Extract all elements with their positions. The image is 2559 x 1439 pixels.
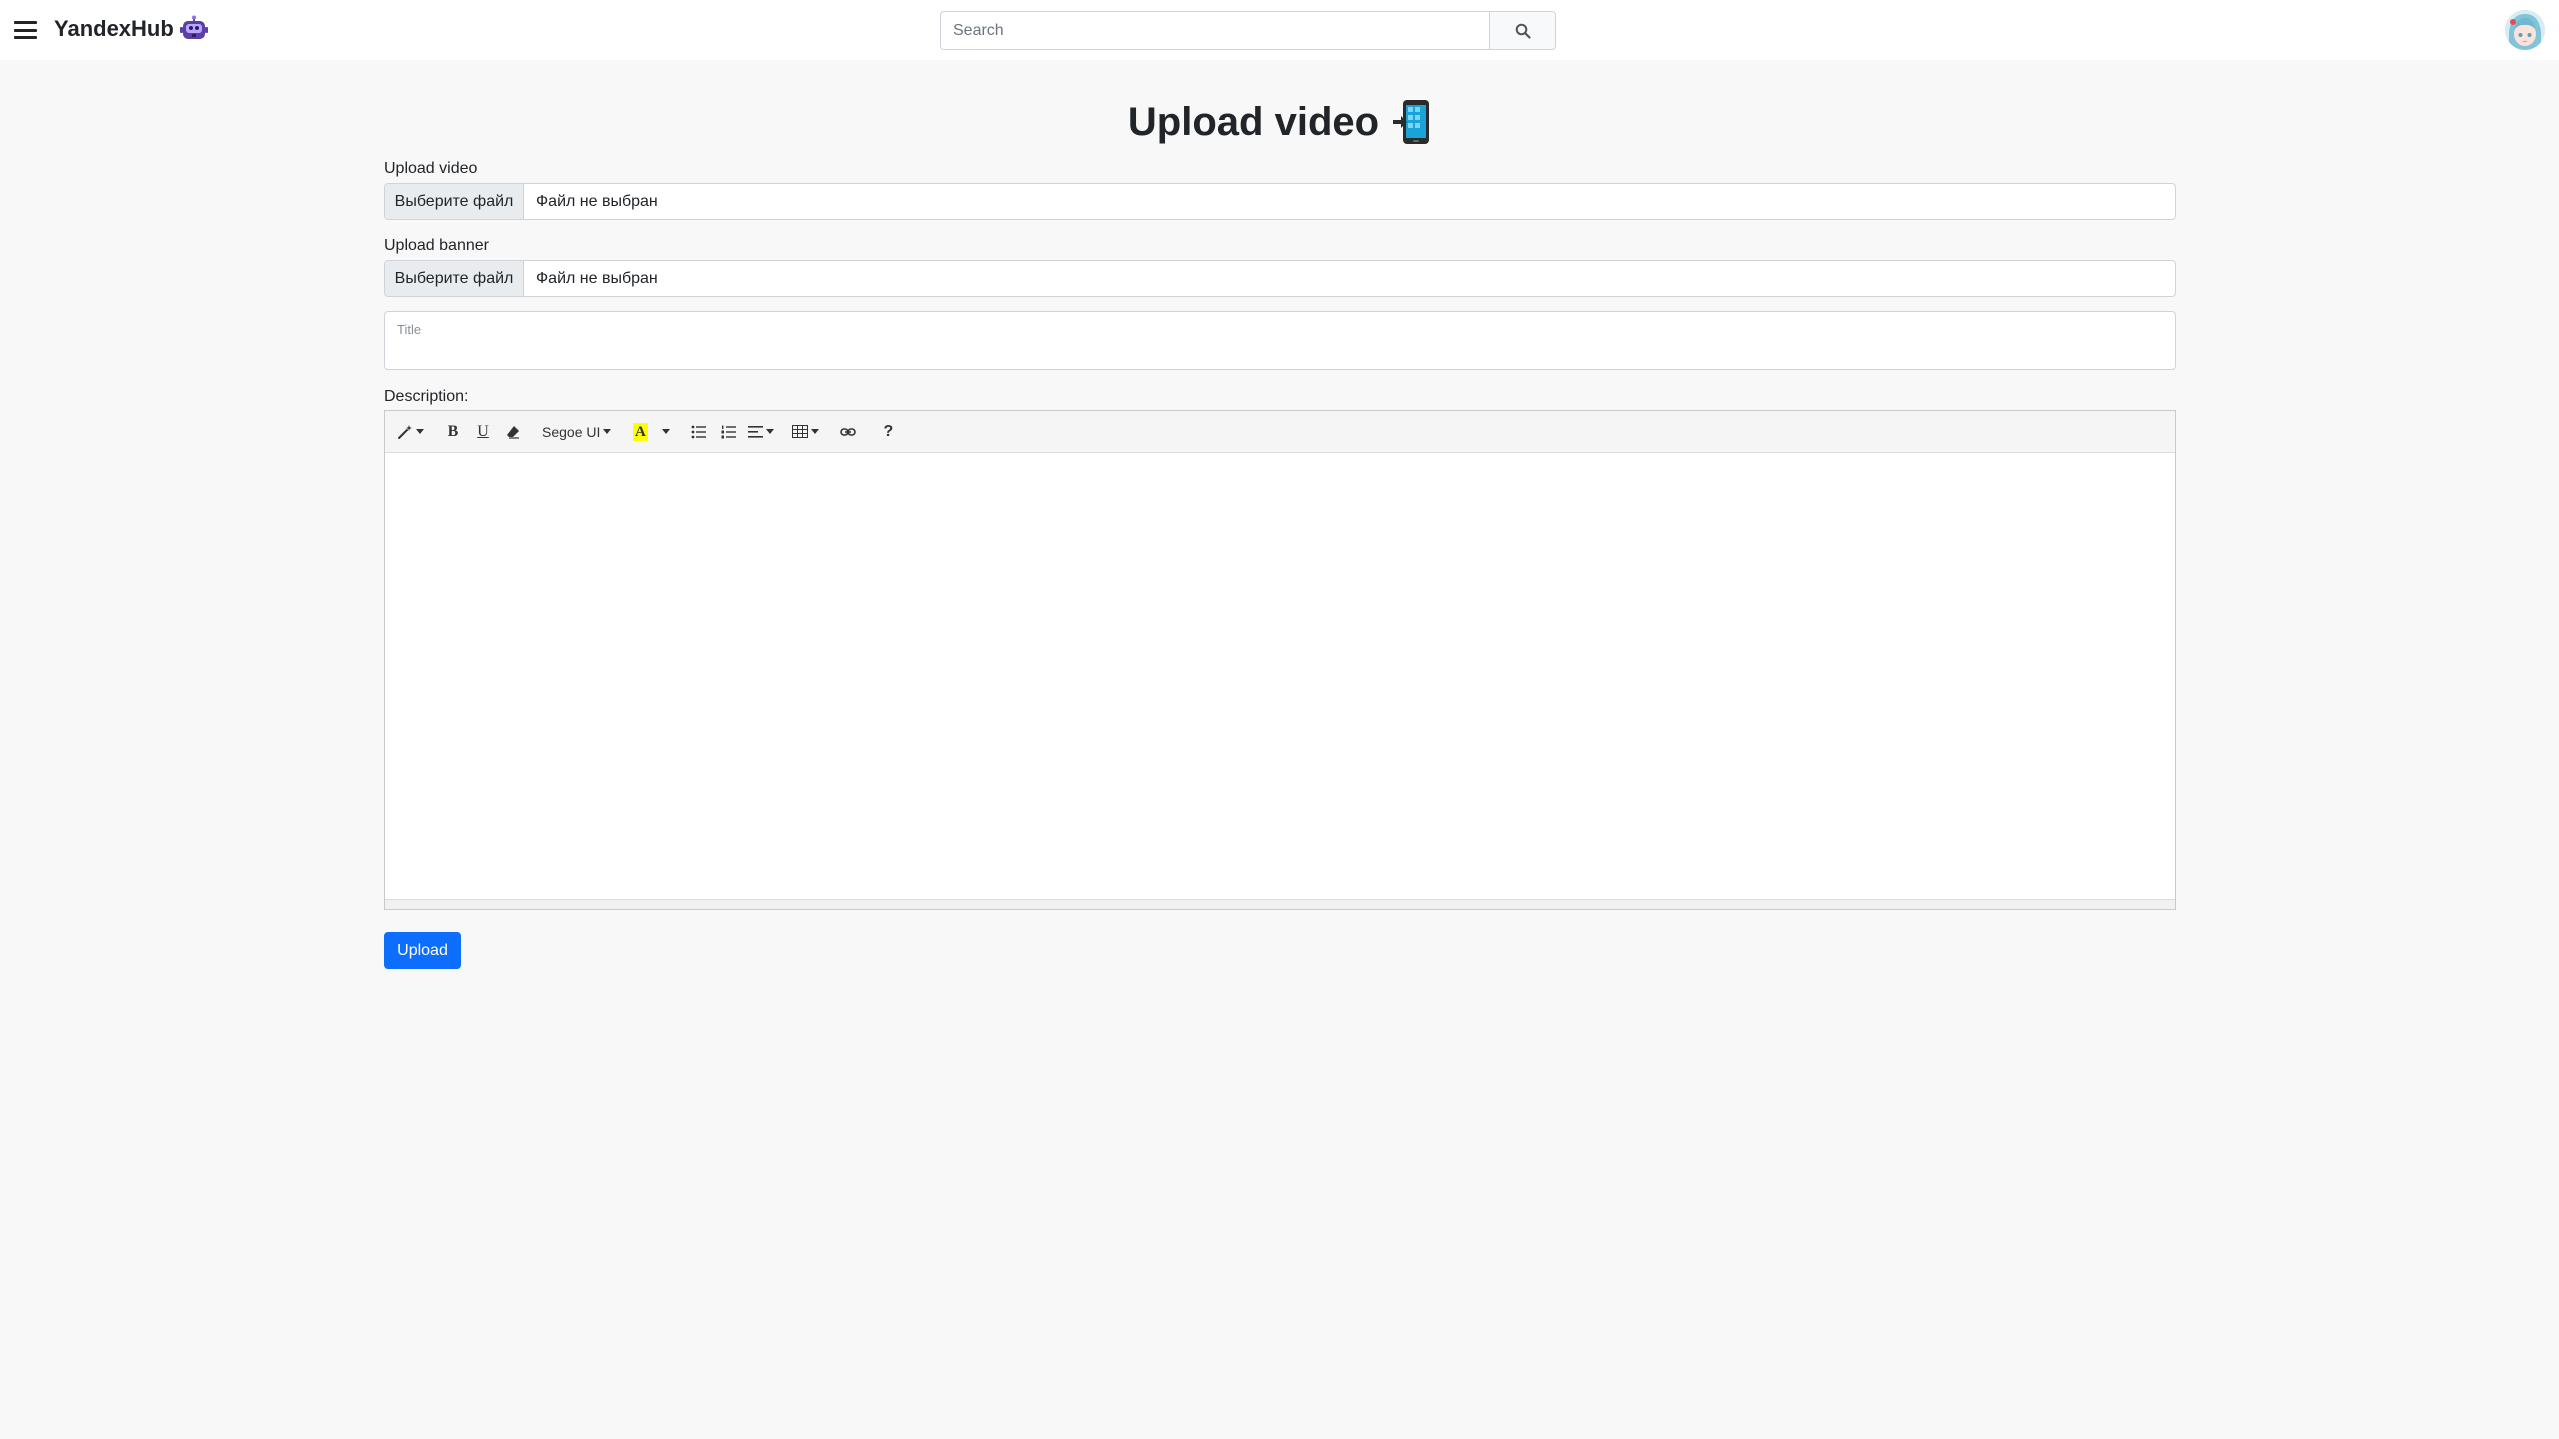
upload-banner-label: Upload banner [384,237,489,254]
ordered-list-button[interactable] [714,417,744,447]
brand-name: YandexHub [54,16,174,41]
magic-wand-icon [398,424,412,439]
question-icon: ? [883,422,894,440]
editor-resize-bar[interactable] [385,899,2175,909]
bulleted-list-icon [691,425,707,438]
upload-video-label: Upload video [384,160,478,177]
chevron-down-icon [811,429,820,434]
text-color-icon: A [632,422,648,441]
underline-icon: U [477,422,489,440]
search-icon [1515,23,1531,39]
text-color-dropdown[interactable] [655,417,674,447]
upload-button[interactable]: Upload [384,932,461,969]
menu-icon[interactable] [14,21,37,39]
avatar-image [2505,10,2545,50]
search-input[interactable] [940,11,1489,50]
font-family-dropdown[interactable]: Segoe UI [538,417,615,447]
underline-button[interactable]: U [468,417,498,447]
table-dropdown[interactable] [788,417,823,447]
table-icon [792,425,809,438]
bold-button[interactable]: B [438,417,468,447]
bold-icon: B [447,422,459,440]
search-button[interactable] [1489,11,1556,50]
link-button[interactable] [833,417,863,447]
page-title-text: Upload video [1127,100,1380,144]
title-field[interactable]: Title [384,311,2176,370]
description-label: Description: [384,388,469,405]
eraser-icon [507,425,519,439]
title-input[interactable] [397,338,2157,364]
paragraph-align-dropdown[interactable] [744,417,778,447]
mobile-phone-arrow-icon [1393,100,1430,144]
upload-video-input[interactable]: Выберите файл Файл не выбран [384,183,2176,220]
top-navbar: YandexHub [0,0,2559,60]
user-avatar[interactable] [2505,10,2545,50]
font-family-value: Segoe UI [542,423,601,440]
description-editor: B U Segoe UI A ? [384,410,2176,910]
brand-link[interactable]: YandexHub [54,15,208,43]
link-icon [840,427,857,436]
align-left-icon [748,425,764,438]
numbered-list-icon [721,425,737,438]
chevron-down-icon [603,429,612,434]
upload-video-status: Файл не выбран [536,192,658,210]
title-floating-label: Title [397,322,422,337]
style-button[interactable] [393,417,428,447]
text-color-button[interactable]: A [625,417,655,447]
help-button[interactable]: ? [873,417,903,447]
chevron-down-icon [416,429,424,434]
page-title: Upload video [0,92,2559,152]
unordered-list-button[interactable] [684,417,714,447]
clear-format-button[interactable] [498,417,528,447]
chevron-down-icon [662,429,671,434]
editor-toolbar: B U Segoe UI A ? [385,411,2175,453]
description-editable-area[interactable] [385,454,2175,900]
upload-banner-choose-button[interactable]: Выберите файл [385,261,524,296]
robot-logo-icon [179,15,208,39]
chevron-down-icon [766,429,775,434]
upload-banner-status: Файл не выбран [536,269,658,287]
upload-video-choose-button[interactable]: Выберите файл [385,184,524,219]
search-bar [940,11,1556,50]
upload-banner-input[interactable]: Выберите файл Файл не выбран [384,260,2176,297]
